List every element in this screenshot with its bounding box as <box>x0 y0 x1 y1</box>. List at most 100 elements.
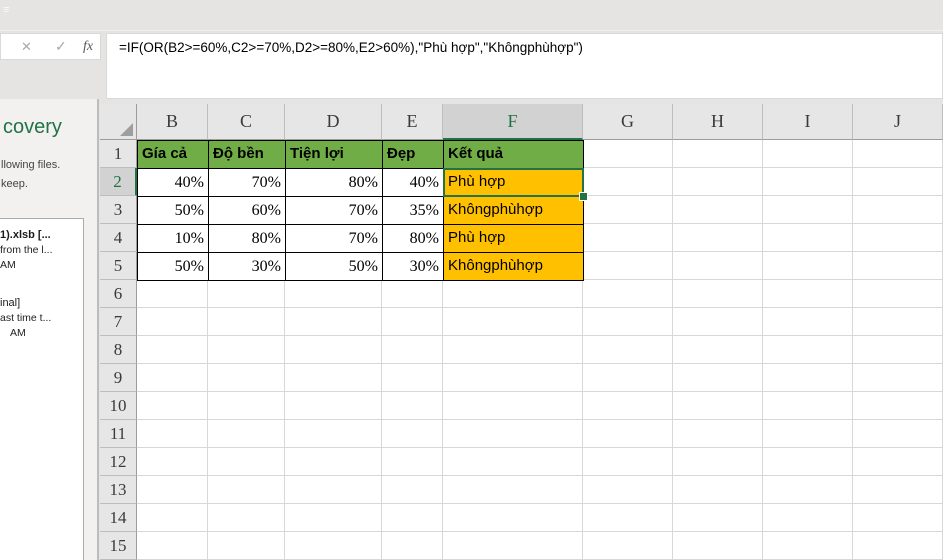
cell-J7[interactable] <box>853 308 943 336</box>
cell-D9[interactable] <box>285 364 382 392</box>
cell-I11[interactable] <box>763 420 853 448</box>
table-cell-E2[interactable]: 40% <box>382 168 444 197</box>
cell-F15[interactable] <box>443 532 583 560</box>
column-header-F[interactable]: F <box>443 104 583 140</box>
row-header-7[interactable]: 7 <box>100 308 137 336</box>
table-cell-C2[interactable]: 70% <box>208 168 286 197</box>
cell-I15[interactable] <box>763 532 853 560</box>
cell-E14[interactable] <box>382 504 443 532</box>
cell-H10[interactable] <box>673 392 763 420</box>
column-header-J[interactable]: J <box>853 104 943 140</box>
cell-G8[interactable] <box>583 336 673 364</box>
cell-B10[interactable] <box>137 392 208 420</box>
fill-handle[interactable] <box>579 192 588 201</box>
cell-J13[interactable] <box>853 476 943 504</box>
cell-H15[interactable] <box>673 532 763 560</box>
cell-I8[interactable] <box>763 336 853 364</box>
cell-B13[interactable] <box>137 476 208 504</box>
cell-I1[interactable] <box>763 140 853 168</box>
table-cell-B4[interactable]: 10% <box>137 224 209 253</box>
cell-G9[interactable] <box>583 364 673 392</box>
cell-H4[interactable] <box>673 224 763 252</box>
cell-H7[interactable] <box>673 308 763 336</box>
column-header-H[interactable]: H <box>673 104 763 140</box>
cell-F9[interactable] <box>443 364 583 392</box>
table-header-cell-E1[interactable]: Đẹp <box>382 140 444 169</box>
cell-D13[interactable] <box>285 476 382 504</box>
cell-F10[interactable] <box>443 392 583 420</box>
cell-C11[interactable] <box>208 420 285 448</box>
cell-H5[interactable] <box>673 252 763 280</box>
cell-E7[interactable] <box>382 308 443 336</box>
row-header-10[interactable]: 10 <box>100 392 137 420</box>
row-header-6[interactable]: 6 <box>100 280 137 308</box>
cell-D7[interactable] <box>285 308 382 336</box>
table-cell-F3[interactable]: Khôngphùhợp <box>443 196 584 225</box>
table-cell-B3[interactable]: 50% <box>137 196 209 225</box>
column-header-E[interactable]: E <box>382 104 443 140</box>
table-cell-D3[interactable]: 70% <box>285 196 383 225</box>
cell-G10[interactable] <box>583 392 673 420</box>
cell-G5[interactable] <box>583 252 673 280</box>
column-header-C[interactable]: C <box>208 104 285 140</box>
cell-H12[interactable] <box>673 448 763 476</box>
cell-E9[interactable] <box>382 364 443 392</box>
cell-I5[interactable] <box>763 252 853 280</box>
cell-G1[interactable] <box>583 140 673 168</box>
cell-J10[interactable] <box>853 392 943 420</box>
cell-B12[interactable] <box>137 448 208 476</box>
table-header-cell-F1[interactable]: Kết quả <box>443 140 584 169</box>
cancel-icon[interactable]: ✕ <box>21 39 32 55</box>
row-header-11[interactable]: 11 <box>100 420 137 448</box>
row-header-8[interactable]: 8 <box>100 336 137 364</box>
table-cell-D5[interactable]: 50% <box>285 252 383 281</box>
cell-J2[interactable] <box>853 168 943 196</box>
cell-D8[interactable] <box>285 336 382 364</box>
cell-F12[interactable] <box>443 448 583 476</box>
enter-icon[interactable]: ✓ <box>55 38 67 55</box>
cell-D6[interactable] <box>285 280 382 308</box>
cell-G7[interactable] <box>583 308 673 336</box>
cell-C9[interactable] <box>208 364 285 392</box>
cell-H13[interactable] <box>673 476 763 504</box>
column-header-I[interactable]: I <box>763 104 853 140</box>
cell-G11[interactable] <box>583 420 673 448</box>
table-header-cell-C1[interactable]: Độ bền <box>208 140 286 169</box>
row-header-5[interactable]: 5 <box>100 252 137 280</box>
cell-G13[interactable] <box>583 476 673 504</box>
insert-function-icon[interactable]: fx <box>83 39 93 55</box>
table-cell-E4[interactable]: 80% <box>382 224 444 253</box>
table-cell-B5[interactable]: 50% <box>137 252 209 281</box>
cell-C13[interactable] <box>208 476 285 504</box>
cell-H1[interactable] <box>673 140 763 168</box>
cell-J6[interactable] <box>853 280 943 308</box>
cell-G3[interactable] <box>583 196 673 224</box>
cell-H14[interactable] <box>673 504 763 532</box>
recovered-file-item[interactable]: inal] ast time t... AM <box>0 296 80 341</box>
cell-J12[interactable] <box>853 448 943 476</box>
cell-J15[interactable] <box>853 532 943 560</box>
cell-J3[interactable] <box>853 196 943 224</box>
row-header-1[interactable]: 1 <box>100 140 137 168</box>
cell-C8[interactable] <box>208 336 285 364</box>
table-cell-B2[interactable]: 40% <box>137 168 209 197</box>
cell-I4[interactable] <box>763 224 853 252</box>
cell-H8[interactable] <box>673 336 763 364</box>
cell-G6[interactable] <box>583 280 673 308</box>
cell-D11[interactable] <box>285 420 382 448</box>
cell-G2[interactable] <box>583 168 673 196</box>
cell-J5[interactable] <box>853 252 943 280</box>
formula-bar-input[interactable]: =IF(OR(B2>=60%,C2>=70%,D2>=80%,E2>60%),"… <box>106 33 943 99</box>
cell-E6[interactable] <box>382 280 443 308</box>
table-cell-F2[interactable]: Phù hợp <box>443 168 584 197</box>
table-cell-E5[interactable]: 30% <box>382 252 444 281</box>
select-all-corner[interactable] <box>100 104 137 140</box>
table-cell-F5[interactable]: Khôngphùhợp <box>443 252 584 281</box>
column-header-G[interactable]: G <box>583 104 673 140</box>
table-cell-C5[interactable]: 30% <box>208 252 286 281</box>
table-cell-E3[interactable]: 35% <box>382 196 444 225</box>
row-header-3[interactable]: 3 <box>100 196 137 224</box>
cell-E13[interactable] <box>382 476 443 504</box>
cell-C6[interactable] <box>208 280 285 308</box>
cell-I6[interactable] <box>763 280 853 308</box>
